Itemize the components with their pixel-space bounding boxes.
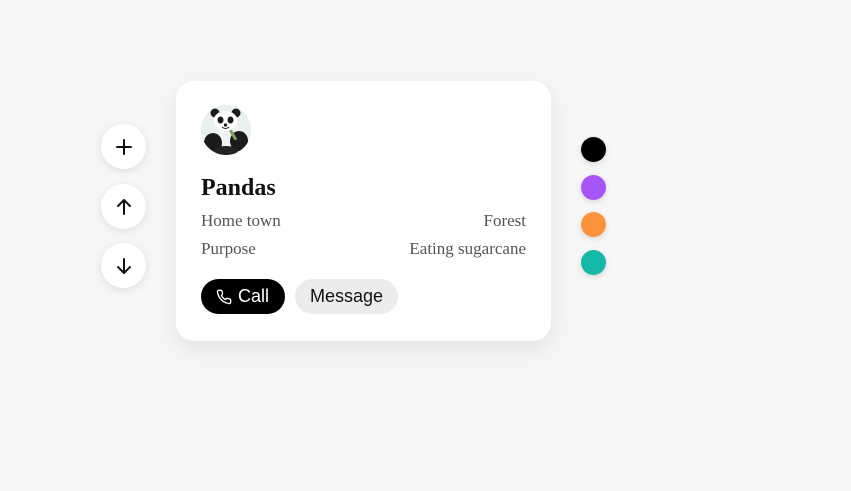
app-canvas: Pandas Home town Forest Purpose Eating s…: [0, 0, 851, 491]
detail-label: Home town: [201, 211, 281, 230]
card-actions: Call Message: [201, 279, 526, 314]
message-button[interactable]: Message: [295, 279, 399, 314]
arrow-up-icon: [116, 198, 131, 215]
color-swatch-teal[interactable]: [581, 250, 606, 275]
arrow-down-icon: [116, 257, 131, 274]
call-label: Call: [238, 286, 270, 306]
phone-icon: [216, 289, 232, 304]
profile-card: Pandas Home town Forest Purpose Eating s…: [176, 81, 551, 341]
move-up-button[interactable]: [101, 184, 146, 229]
detail-row-hometown: Home town Forest: [201, 207, 526, 235]
message-label: Message: [310, 286, 384, 306]
plus-icon: [115, 138, 132, 155]
detail-value: Forest: [483, 211, 527, 230]
profile-name: Pandas: [201, 175, 276, 201]
color-swatch-black[interactable]: [581, 137, 606, 162]
move-down-button[interactable]: [101, 243, 146, 288]
detail-row-purpose: Purpose Eating sugarcane: [201, 235, 526, 263]
panda-avatar: [201, 105, 251, 155]
detail-value: Eating sugarcane: [409, 239, 526, 258]
color-swatch-purple[interactable]: [581, 175, 606, 200]
add-button[interactable]: [101, 124, 146, 169]
color-swatch-orange[interactable]: [581, 212, 606, 237]
detail-label: Purpose: [201, 239, 256, 258]
call-button[interactable]: Call: [201, 279, 286, 314]
